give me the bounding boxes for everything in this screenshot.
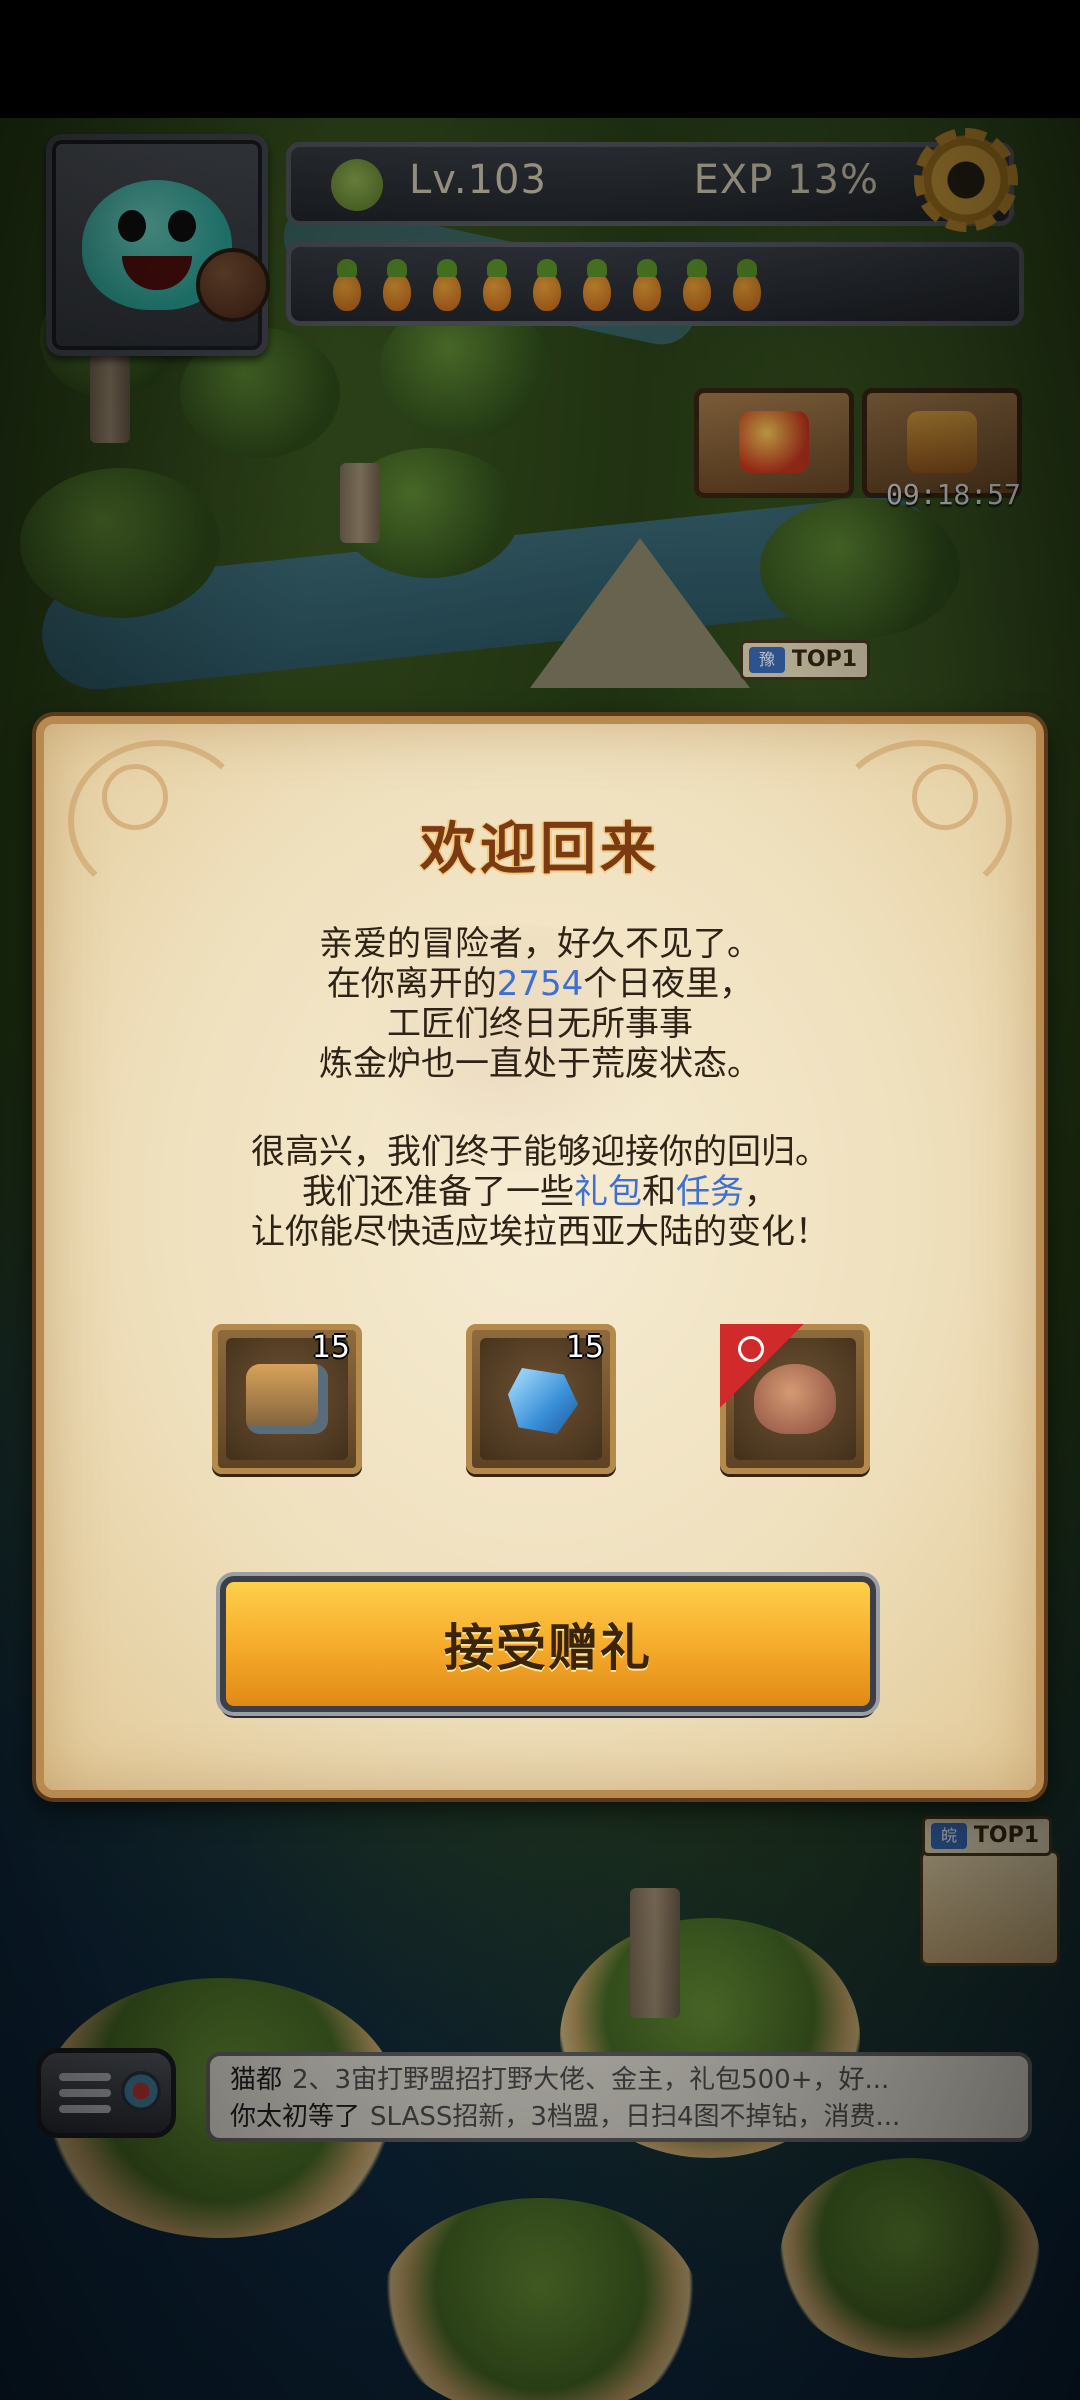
message-line: 在你离开的2754个日夜里， xyxy=(44,964,1036,1004)
message-line: 亲爱的冒险者，好久不见了。 xyxy=(319,924,761,964)
message-text: ， xyxy=(744,1172,778,1212)
message-line: 很高兴，我们终于能够迎接你的回归。 xyxy=(251,1132,829,1172)
accept-gift-button[interactable]: 接受赠礼 xyxy=(220,1576,876,1712)
message-text: 我们还准备了一些 xyxy=(302,1172,574,1212)
message-line: 让你能尽快适应埃拉西亚大陆的变化！ xyxy=(251,1212,829,1252)
message-line: 我们还准备了一些礼包和任务， xyxy=(44,1172,1036,1212)
task-link[interactable]: 任务 xyxy=(676,1172,744,1212)
reward-item[interactable]: 15 xyxy=(212,1324,362,1474)
reward-item[interactable] xyxy=(720,1324,870,1474)
item-count: 15 xyxy=(311,1330,350,1365)
dialog-title: 欢迎回来 xyxy=(420,817,660,882)
message-text: 和 xyxy=(642,1172,676,1212)
days-count: 2754 xyxy=(496,964,584,1004)
reward-item[interactable]: 15 xyxy=(466,1324,616,1474)
machine-icon xyxy=(246,1364,328,1434)
gift-link[interactable]: 礼包 xyxy=(574,1172,642,1212)
message-text: 个日夜里， xyxy=(583,964,754,1004)
limited-time-ribbon xyxy=(720,1324,804,1408)
message-text: 在你离开的 xyxy=(326,964,497,1004)
welcome-back-dialog: 欢迎回来 亲爱的冒险者，好久不见了。 在你离开的2754个日夜里， 工匠们终日无… xyxy=(36,716,1044,1798)
message-line: 炼金炉也一直处于荒废状态。 xyxy=(319,1044,761,1084)
alarm-clock-icon xyxy=(738,1336,764,1362)
item-count: 15 xyxy=(565,1330,604,1365)
message-line: 工匠们终日无所事事 xyxy=(387,1004,693,1044)
